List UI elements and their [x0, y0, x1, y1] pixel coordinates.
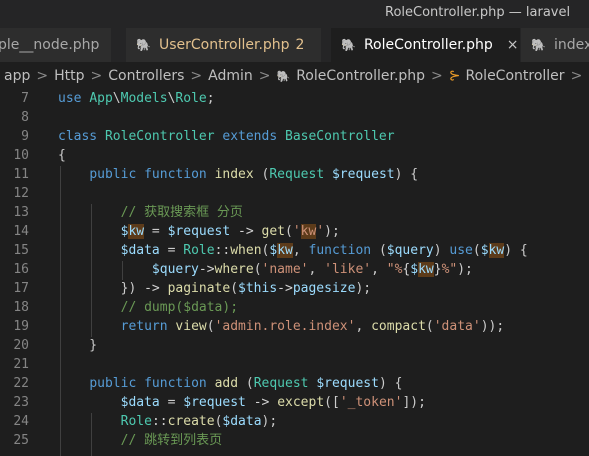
chevron-right-icon: > — [190, 68, 203, 84]
tab-index[interactable]: 🐘 index.h — [521, 28, 589, 62]
code-text: $query->where('name', 'like', "%{$kw}%")… — [151, 262, 473, 277]
code-text: class RoleController extends BaseControl… — [58, 129, 395, 144]
breadcrumb-admin[interactable]: Admin — [208, 68, 253, 84]
tab-label: ple__node.php — [0, 37, 100, 53]
line-number: 19 — [13, 319, 29, 334]
line-number: 25 — [13, 433, 29, 448]
code-text: return view('admin.role.index', compact(… — [120, 319, 505, 334]
tab-user-controller[interactable]: 🐘 UserController.php 2 — [126, 28, 322, 62]
breadcrumb-app[interactable]: app — [4, 68, 30, 84]
breadcrumb-http[interactable]: Http — [54, 68, 84, 84]
line-number: 11 — [13, 167, 29, 182]
line-number: 24 — [13, 414, 29, 429]
chevron-right-icon: > — [90, 68, 103, 84]
tab-label: UserController.php — [158, 37, 290, 53]
line-number: 18 — [13, 300, 29, 315]
tab-label: index.h — [553, 37, 589, 53]
line-number: 9 — [21, 129, 29, 144]
editor-tab-bar: ple__node.php 🐘 UserController.php 2 🐘 R… — [0, 28, 589, 63]
php-file-icon: 🐘 — [531, 38, 546, 52]
code-text: $data = Role::when($kw, function ($query… — [120, 243, 528, 258]
breadcrumb-controllers[interactable]: Controllers — [108, 68, 184, 84]
chevron-right-icon: > — [258, 68, 271, 84]
problem-count-badge: 2 — [295, 37, 305, 53]
line-number: 21 — [13, 357, 29, 372]
code-text: { — [58, 148, 66, 163]
tab-label: RoleController.php — [363, 37, 493, 53]
line-number: 15 — [13, 243, 29, 258]
class-symbol-icon: ⊱ — [448, 68, 461, 84]
line-number: 13 — [13, 205, 29, 220]
close-icon[interactable]: × — [507, 37, 519, 53]
breadcrumb: app > Http > Controllers > Admin > 🐘 Rol… — [0, 62, 589, 90]
code-text: public function index (Request $request)… — [89, 167, 419, 182]
php-file-icon: 🐘 — [341, 38, 356, 52]
code-text: // dump($data); — [120, 300, 239, 315]
code-text: // 获取搜索框 分页 — [120, 205, 243, 220]
line-number: 16 — [13, 262, 29, 277]
window-title: RoleController.php — laravel — [385, 5, 571, 20]
line-number: 8 — [21, 110, 29, 125]
chevron-right-icon: > — [570, 68, 583, 84]
line-number: 22 — [13, 376, 29, 391]
php-file-icon: 🐘 — [276, 69, 291, 83]
code-text: // 跳转到列表页 — [120, 433, 223, 448]
code-text: public function add (Request $request) { — [89, 376, 403, 391]
line-number: 10 — [13, 148, 29, 163]
tab-ple-node[interactable]: ple__node.php — [0, 28, 112, 62]
line-number: 7 — [21, 91, 29, 106]
code-text: }) -> paginate($this->pagesize); — [58, 281, 372, 296]
code-text: use App\Models\Role; — [58, 91, 215, 106]
line-number: 12 — [13, 186, 29, 201]
line-number: 20 — [13, 338, 29, 353]
code-text: $kw = $request -> get('kw'); — [120, 224, 340, 239]
tab-role-controller[interactable]: 🐘 RoleController.php × — [331, 28, 521, 62]
breadcrumb-file[interactable]: RoleController.php — [296, 68, 425, 84]
code-text: } — [58, 338, 98, 353]
line-number: 17 — [13, 281, 29, 296]
title-bar: RoleController.php — laravel — [0, 0, 589, 28]
breadcrumb-class[interactable]: RoleController — [466, 68, 565, 84]
code-editor[interactable]: 7 use App\Models\Role; 8 9 class RoleControl… — [0, 90, 589, 456]
code-text: $data = $request -> except(['_token']); — [120, 395, 426, 410]
code-text: Role::create($data); — [120, 414, 278, 429]
chevron-right-icon: > — [431, 68, 443, 84]
line-number: 23 — [13, 395, 29, 410]
chevron-right-icon: > — [36, 68, 49, 84]
php-file-icon: 🐘 — [136, 38, 151, 52]
line-number: 14 — [13, 224, 29, 239]
